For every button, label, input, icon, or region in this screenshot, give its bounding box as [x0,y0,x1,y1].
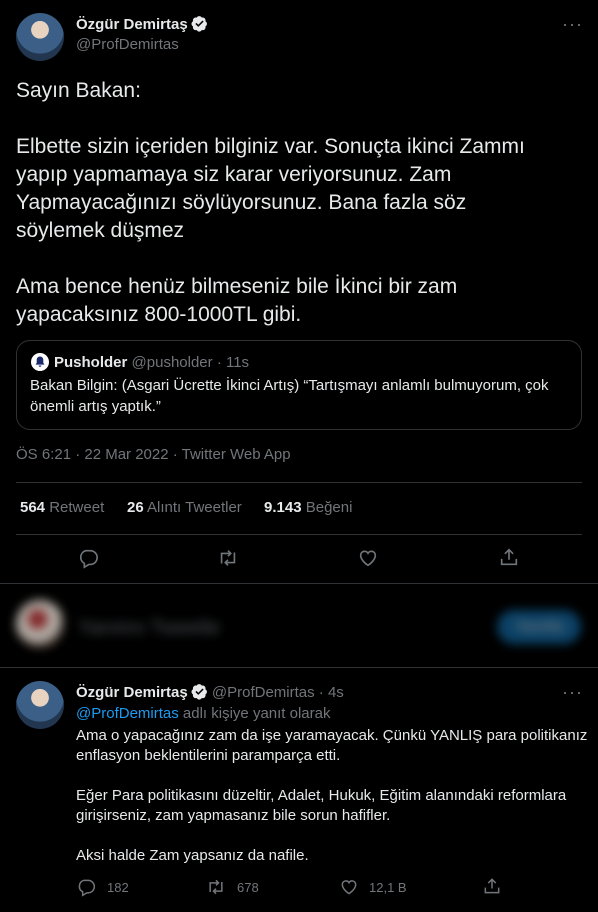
reply-time[interactable]: · 4s [319,684,344,701]
quoted-text-line: Bakan Bilgin: (Asgari Ücrette İkinci Art… [30,377,549,394]
divider [0,667,598,668]
tweet-text-line: Yapmayacağınızı söylüyorsunuz. Bana fazl… [16,191,467,214]
user-avatar [16,600,64,648]
author-avatar[interactable] [16,13,64,61]
tweet-text-line: Ama bence henüz bilmeseniz bile İkinci b… [16,275,458,298]
like-icon[interactable] [357,547,379,569]
tweet-text-line: Elbette sizin içeriden bilginiz var. Son… [16,135,525,158]
reply-author-avatar[interactable] [16,681,64,729]
tweet-text-line: söylemek düşmez [16,219,185,242]
quoted-header: Pusholder @pusholder · 11s [54,354,249,371]
divider [16,482,582,483]
more-options-icon[interactable]: ··· [562,682,583,703]
reply-text-line: girişirseniz, zam yapmasanız bile sorun … [76,807,391,824]
quoted-time: · 11s [216,354,250,371]
bell-icon [35,356,45,367]
reply-text-line: Aksi halde Zam yapsanız da nafile. [76,847,309,864]
likes-stat[interactable]: 9.143 Beğeni [264,499,352,516]
reply-input[interactable]: Yanıtını Tweetle [78,617,220,640]
quoted-text-line: önemli artış yaptık.” [30,398,161,415]
author-header: Özgür Demirtaş [76,15,208,34]
reply-text-line: Ama o yapacağınız zam da işe yaramayacak… [76,727,588,744]
verified-badge-icon [191,15,208,32]
retweets-count: 564 [20,499,46,516]
more-options-icon[interactable]: ··· [562,14,583,35]
reply-icon[interactable] [77,547,99,569]
quoted-avatar [31,353,49,371]
like-icon[interactable] [339,877,359,897]
like-count: 12,1 B [369,880,407,895]
retweet-icon[interactable] [217,547,239,569]
retweet-icon[interactable] [206,877,226,897]
reply-author-name[interactable]: Özgür Demirtaş [76,684,188,701]
retweets-label: Retweet [49,499,105,516]
reply-composer[interactable]: Yanıtını Tweetle Yanıtla [0,583,598,667]
retweet-count: 678 [237,880,259,895]
replying-to-link[interactable]: @ProfDemirtas [76,705,179,722]
reply-count: 182 [107,880,129,895]
likes-count: 9.143 [264,499,302,516]
retweets-stat[interactable]: 564 Retweet [20,499,104,516]
tweet-timestamp[interactable]: ÖS 6:21 · 22 Mar 2022 · Twitter Web App [16,446,291,463]
reply-header: Özgür Demirtaş @ProfDemirtas · 4s [76,683,344,701]
tweet-text-line: Sayın Bakan: [16,79,141,102]
reply-text-line: enflasyon beklentilerini paramparça etti… [76,747,341,764]
author-handle[interactable]: @ProfDemirtas [76,36,179,53]
reply-text-line: Eğer Para politikasını düzeltir, Adalet,… [76,787,567,804]
reply-author-handle[interactable]: @ProfDemirtas [212,684,315,701]
share-icon[interactable] [498,546,520,568]
verified-badge-icon [191,683,208,700]
tweet-text-line: yapıp yapmamaya siz karar veriyorsunuz. … [16,163,452,186]
divider [16,534,582,535]
quotes-stat[interactable]: 26 Alıntı Tweetler [127,499,242,516]
replying-to: @ProfDemirtas adlı kişiye yanıt olarak [76,704,331,724]
author-name[interactable]: Özgür Demirtaş [76,16,188,33]
quoted-author-name: Pusholder [54,354,128,371]
reply-button[interactable]: Yanıtla [497,610,581,644]
quotes-label: Alıntı Tweetler [147,499,242,516]
replying-to-label: adlı kişiye yanıt olarak [178,705,331,722]
likes-label: Beğeni [305,499,353,516]
share-icon[interactable] [482,876,502,896]
quotes-count: 26 [127,499,144,516]
reply-icon[interactable] [76,877,96,897]
tweet-text-line: yapacaksınız 800-1000TL gibi. [16,303,302,326]
quoted-author-handle: @pusholder [131,354,213,371]
